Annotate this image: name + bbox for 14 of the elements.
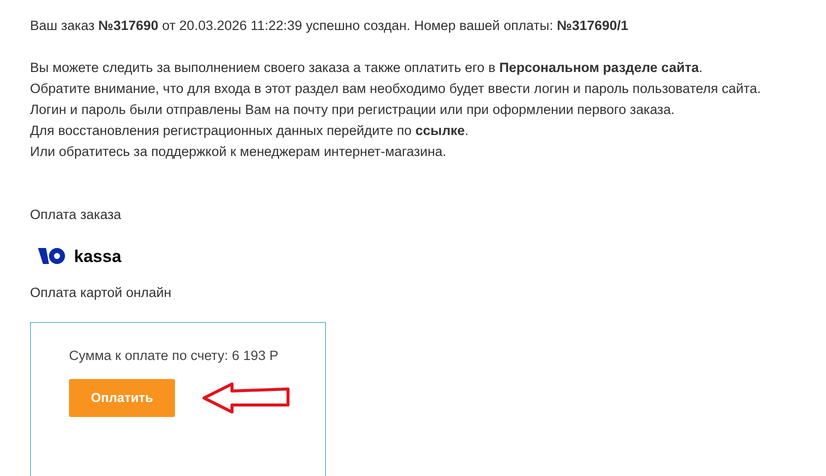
logo-icon: [38, 247, 66, 265]
info-line: Логин и пароль были отправлены Вам на почту при регистрации или при оформлении первого заказа.: [30, 101, 675, 119]
payment-method: Оплата картой онлайн: [30, 284, 172, 302]
info-line: Обратите внимание, что для входа в этот раздел вам необходимо будет ввести логин и пароль пользователя сайта.: [30, 80, 761, 98]
link[interactable]: ссылке: [415, 123, 465, 138]
info-line: Вы можете следить за выполнением своего заказа а также оплатить его в Персональном разделе сайта.: [30, 59, 703, 77]
link[interactable]: Персональном разделе сайта: [499, 60, 699, 75]
amount-text: Сумма к оплате по счету: 6 193 Р: [69, 347, 278, 365]
info-line: Или обратитесь за поддержкой к менеджерам интернет-магазина.: [30, 143, 446, 161]
logo-text: kassa: [74, 248, 122, 264]
arrow-icon: [202, 381, 292, 415]
payment-heading: Оплата заказа: [30, 206, 122, 224]
order-confirmation-text: Ваш заказ №317690 от 20.03.2026 11:22:39 успешно создан. Номер вашей оплаты: №317690/1: [30, 17, 630, 35]
info-line: Для восстановления регистрационных данных перейдите по ссылке.: [30, 122, 469, 140]
